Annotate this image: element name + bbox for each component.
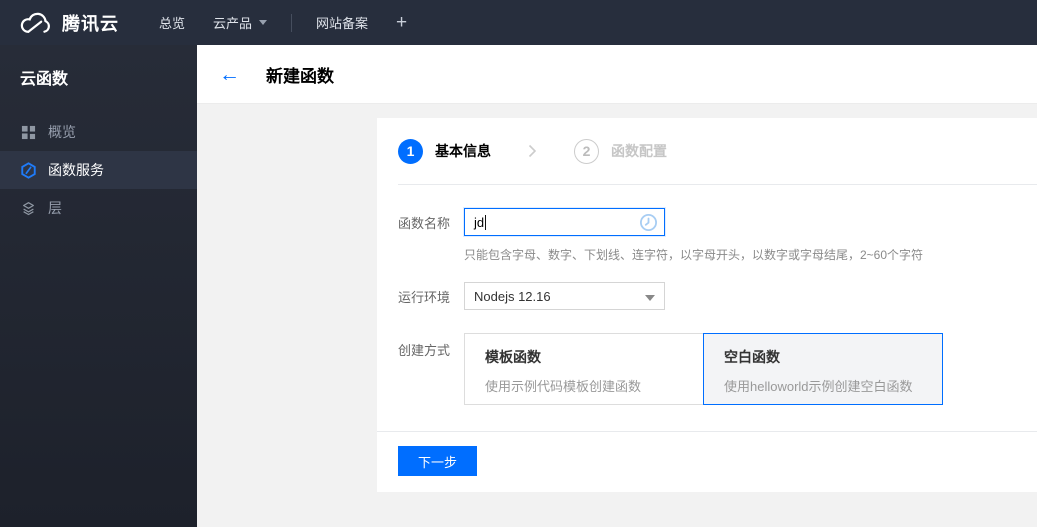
step-basic-info: 1 基本信息 bbox=[398, 138, 491, 164]
function-name-value: jd bbox=[474, 214, 485, 230]
creation-method-options: 模板函数 使用示例代码模板创建函数 空白函数 使用helloworld示例创建空… bbox=[464, 333, 943, 405]
sidebar-item-label: 概览 bbox=[48, 124, 76, 140]
step-label: 基本信息 bbox=[435, 143, 491, 159]
method-card-title: 模板函数 bbox=[485, 349, 541, 365]
content-area: 1 基本信息 2 函数配置 函数名称 jd 只能包含字母、数字、下划线、连字符，… bbox=[197, 104, 1037, 527]
function-name-label: 函数名称 bbox=[398, 215, 451, 231]
method-card-desc: 使用helloworld示例创建空白函数 bbox=[724, 379, 913, 394]
caret-down-icon bbox=[259, 20, 268, 25]
create-function-card: 1 基本信息 2 函数配置 函数名称 jd 只能包含字母、数字、下划线、连字符，… bbox=[377, 118, 1037, 492]
top-nav: 总览 云产品 网站备案 + bbox=[139, 13, 407, 32]
function-name-row: 函数名称 jd bbox=[398, 208, 1037, 236]
method-card-desc: 使用示例代码模板创建函数 bbox=[485, 379, 642, 394]
brand-name: 腾讯云 bbox=[62, 13, 119, 34]
create-function-form: 函数名称 jd 只能包含字母、数字、下划线、连字符，以字母开头，以数字或字母结尾… bbox=[377, 185, 1037, 405]
runtime-select[interactable]: Nodejs 12.16 bbox=[464, 282, 665, 310]
runtime-row: 运行环境 Nodejs 12.16 bbox=[398, 282, 1037, 310]
plus-icon[interactable]: + bbox=[396, 13, 407, 32]
method-card-blank-function[interactable]: 空白函数 使用helloworld示例创建空白函数 bbox=[703, 333, 943, 405]
sidebar: 云函数 概览 函数服务 层 bbox=[0, 45, 197, 527]
creation-method-row: 创建方式 模板函数 使用示例代码模板创建函数 空白函数 使用helloworld… bbox=[398, 333, 1037, 405]
nav-item-products-label: 云产品 bbox=[213, 16, 253, 31]
tencent-cloud-logo-icon bbox=[20, 12, 50, 33]
brand-logo[interactable]: 腾讯云 bbox=[16, 10, 119, 36]
function-name-input[interactable]: jd bbox=[464, 208, 665, 236]
runtime-selected-value: Nodejs 12.16 bbox=[474, 288, 551, 304]
page-header: ← 新建函数 bbox=[197, 45, 1037, 104]
back-arrow-icon[interactable]: ← bbox=[219, 64, 240, 85]
step-number: 1 bbox=[398, 138, 423, 164]
sidebar-item-functions[interactable]: 函数服务 bbox=[0, 151, 197, 189]
topbar: 腾讯云 总览 云产品 网站备案 + bbox=[0, 0, 1037, 45]
text-cursor bbox=[485, 214, 487, 230]
sidebar-menu: 概览 函数服务 层 bbox=[0, 113, 197, 227]
method-card-title: 空白函数 bbox=[724, 349, 780, 365]
page-title: 新建函数 bbox=[266, 66, 334, 86]
method-card-template-function[interactable]: 模板函数 使用示例代码模板创建函数 bbox=[464, 333, 704, 405]
scf-hexagon-icon bbox=[20, 161, 37, 179]
step-function-config: 2 函数配置 bbox=[574, 138, 667, 164]
sidebar-item-label: 函数服务 bbox=[48, 162, 104, 178]
creation-method-label: 创建方式 bbox=[398, 343, 451, 358]
step-number: 2 bbox=[574, 138, 599, 164]
nav-item-icp[interactable]: 网站备案 bbox=[316, 13, 368, 32]
sidebar-item-label: 层 bbox=[48, 200, 62, 216]
next-step-button[interactable]: 下一步 bbox=[398, 446, 477, 476]
runtime-label: 运行环境 bbox=[398, 289, 451, 305]
sidebar-title: 云函数 bbox=[20, 71, 69, 88]
chevron-right-icon bbox=[528, 144, 537, 158]
wizard-steps: 1 基本信息 2 函数配置 bbox=[377, 118, 1037, 184]
layers-icon bbox=[20, 200, 37, 217]
nav-item-products[interactable]: 云产品 bbox=[213, 13, 268, 32]
caret-down-icon bbox=[645, 295, 655, 301]
tencent-cloud-console: 腾讯云 总览 云产品 网站备案 + 云函数 概览 函数服务 层 ← 新建函数 1… bbox=[0, 0, 1037, 527]
nav-divider bbox=[291, 13, 293, 32]
sidebar-item-layers[interactable]: 层 bbox=[0, 189, 197, 227]
grid-icon bbox=[20, 124, 37, 141]
sidebar-item-overview[interactable]: 概览 bbox=[0, 113, 197, 151]
divider bbox=[377, 431, 1037, 432]
clock-icon bbox=[639, 213, 658, 237]
step-label: 函数配置 bbox=[611, 143, 667, 159]
nav-item-overview[interactable]: 总览 bbox=[159, 13, 185, 32]
function-name-hint: 只能包含字母、数字、下划线、连字符，以字母开头，以数字或字母结尾，2~60个字符 bbox=[464, 248, 924, 262]
